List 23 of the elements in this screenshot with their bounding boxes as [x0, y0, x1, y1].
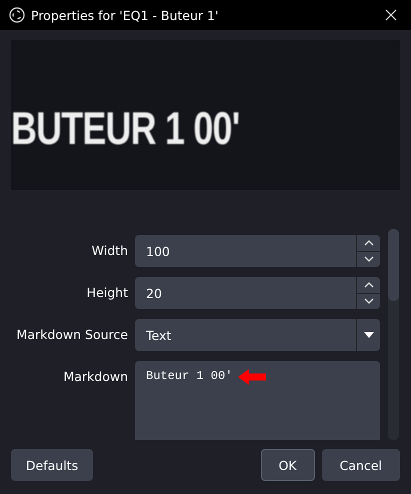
up-chevron-icon[interactable] — [364, 282, 374, 288]
down-chevron-icon[interactable] — [364, 256, 374, 262]
scrollbar[interactable] — [388, 229, 399, 440]
text-area[interactable]: Buteur 1 00' — [135, 361, 380, 440]
dialog-button[interactable]: Defaults — [11, 449, 93, 481]
scrollbar-thumb[interactable] — [388, 229, 399, 301]
up-chevron-icon[interactable] — [364, 240, 374, 246]
down-chevron-icon[interactable] — [364, 298, 374, 304]
window-title: Properties for 'EQ1 - Buteur 1' — [31, 8, 220, 22]
field-label: Height — [86, 284, 128, 302]
dropdown[interactable]: Text — [135, 319, 380, 351]
close-icon[interactable] — [385, 9, 397, 21]
dropdown-arrow-icon[interactable] — [364, 332, 374, 338]
number-field[interactable]: 100 — [135, 235, 380, 267]
dialog-button[interactable]: Cancel — [322, 449, 400, 481]
field-label: Width — [90, 242, 128, 260]
number-field[interactable]: 20 — [135, 277, 380, 309]
field-label: Markdown Source — [16, 326, 128, 344]
preview-text: BUTEUR 1 00' — [11, 101, 240, 155]
dialog-button[interactable]: OK — [260, 449, 315, 481]
field-label: Markdown — [62, 368, 128, 386]
app-logo-icon — [9, 7, 25, 23]
arrow-icon — [238, 369, 266, 385]
